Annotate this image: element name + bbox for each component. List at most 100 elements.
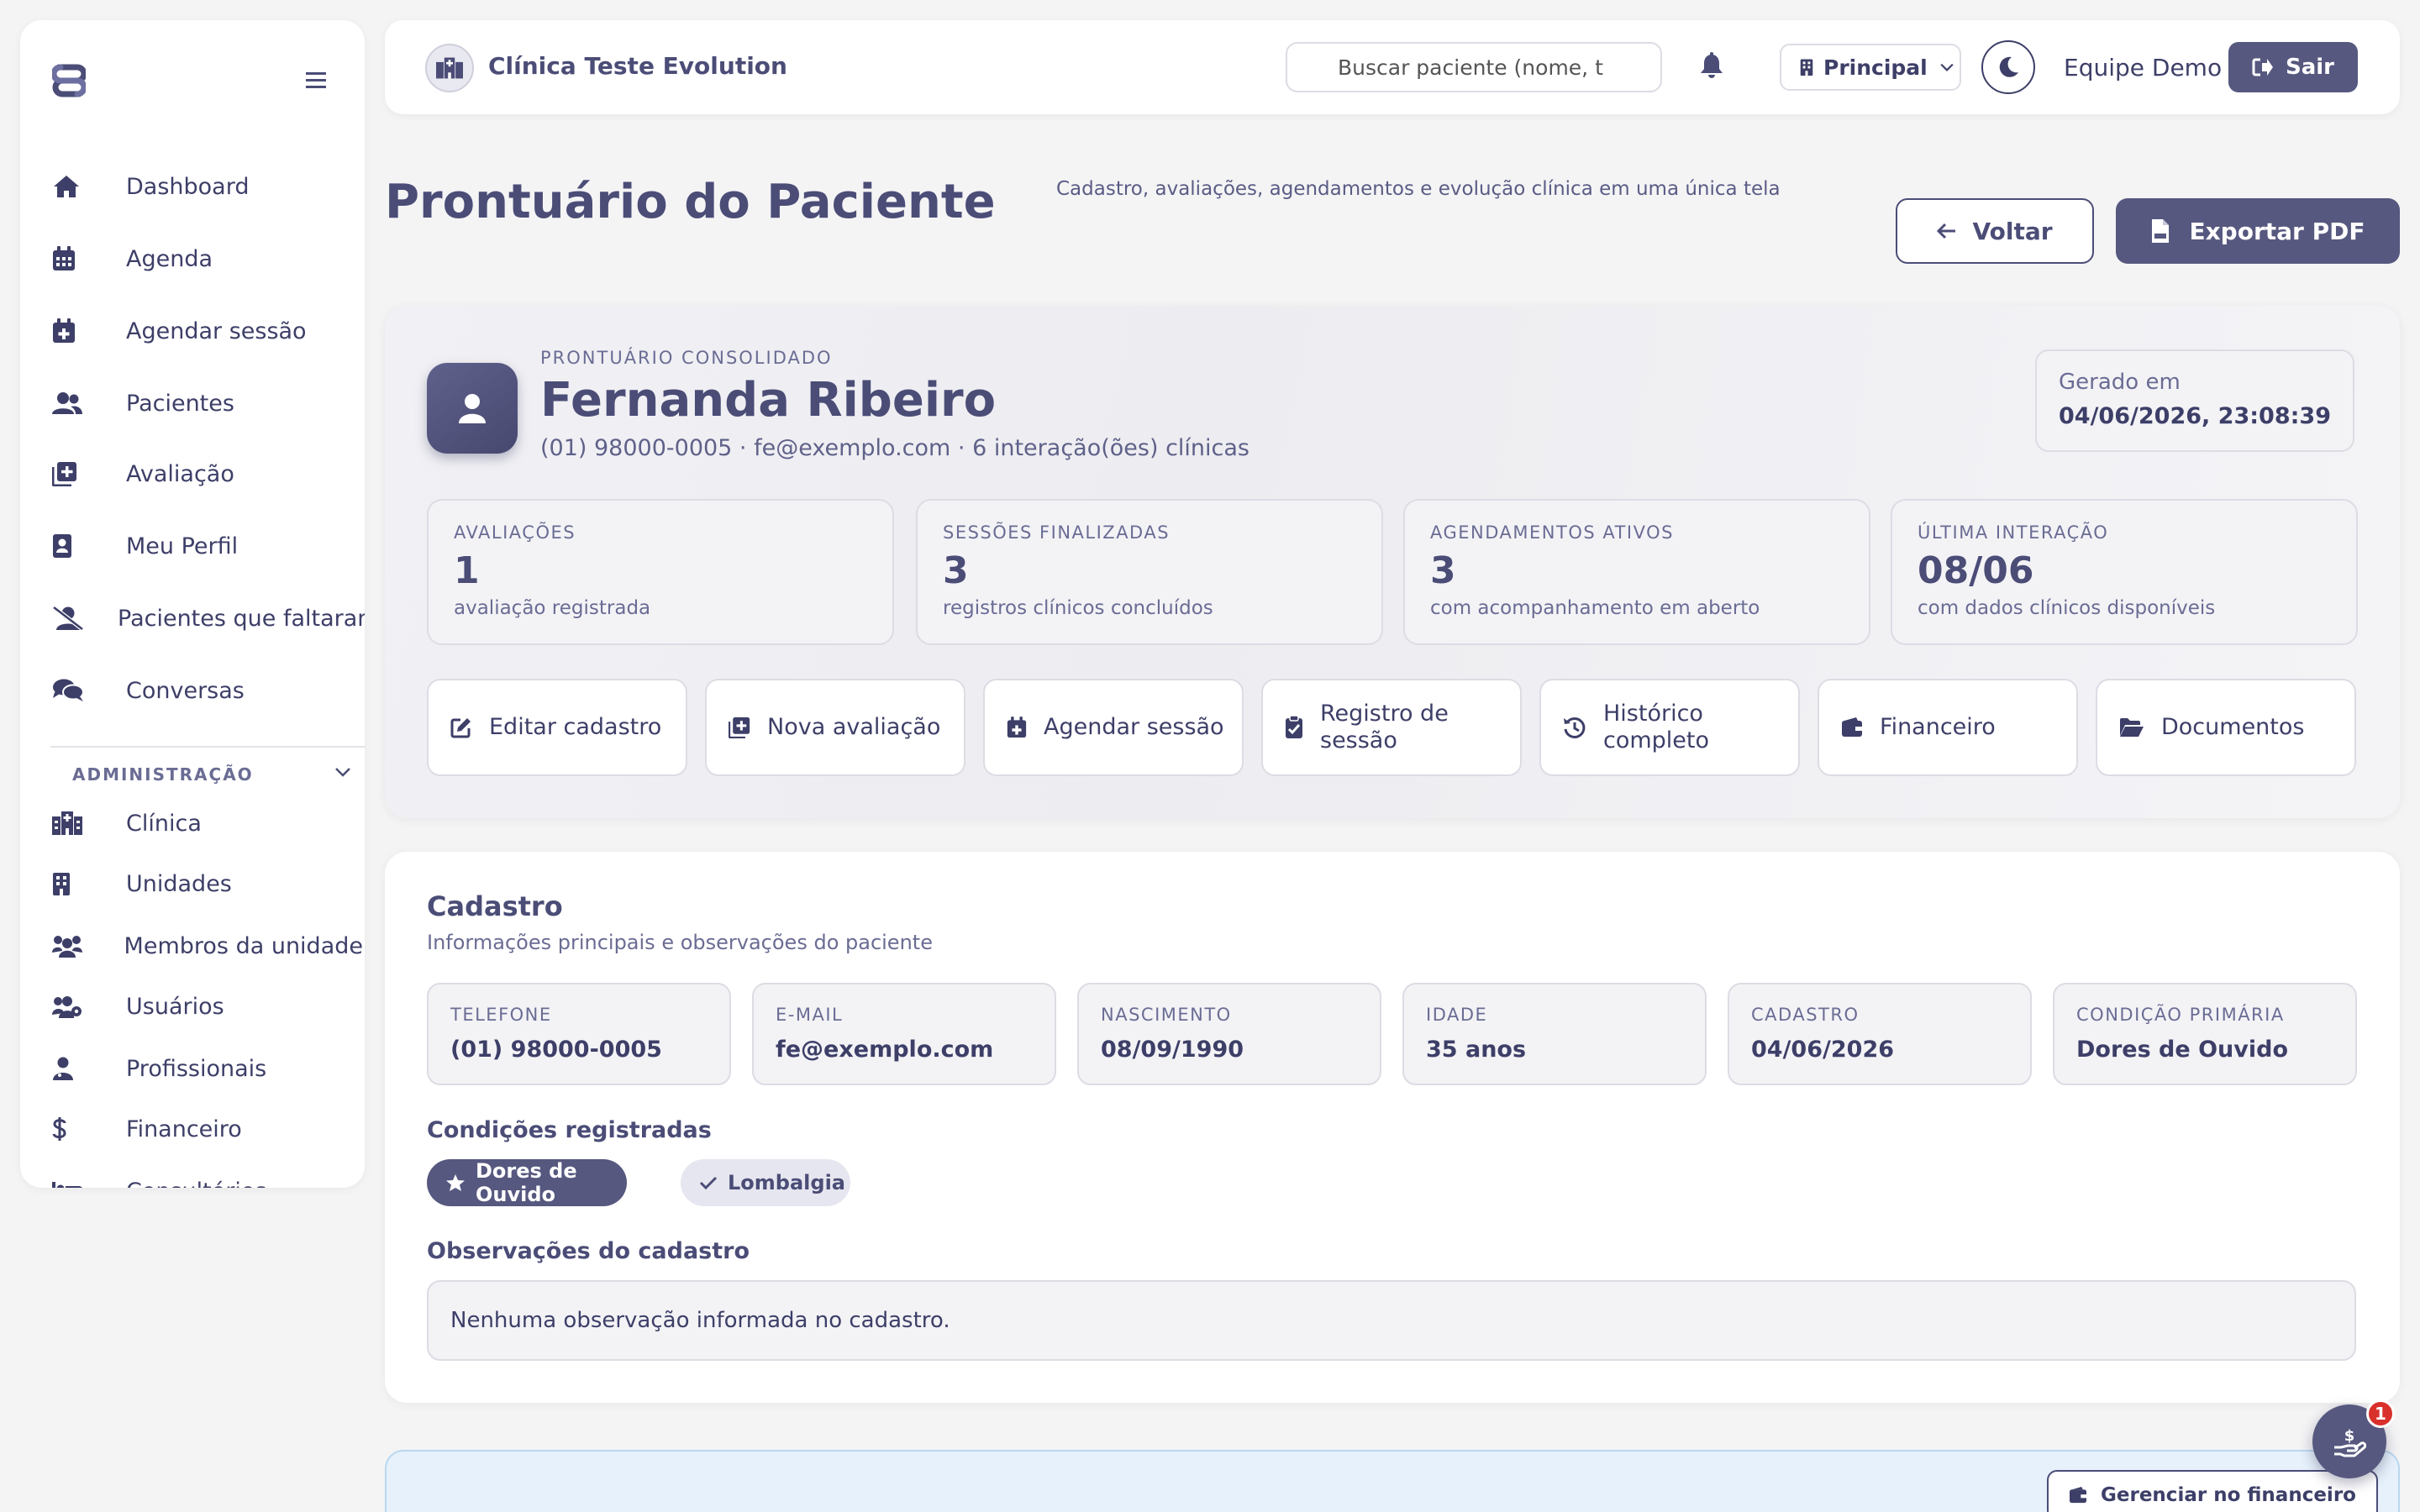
logout-button[interactable]: Sair (2228, 42, 2358, 92)
stat-label: ÚLTIMA INTERAÇÃO (1918, 522, 2109, 543)
building-icon (52, 864, 92, 904)
export-pdf-label: Exportar PDF (2189, 217, 2365, 245)
sidebar-item-dashboard[interactable]: Dashboard (52, 161, 363, 212)
record-eyebrow: PRONTUÁRIO CONSOLIDADO (540, 348, 833, 368)
generated-label: Gerado em (2059, 370, 2181, 395)
patient-meta: (01) 98000-0005 · fe@exemplo.com · 6 int… (540, 435, 1249, 461)
stat-value: 1 (454, 549, 480, 592)
sidebar-item-pacientes-faltaram[interactable]: Pacientes que faltaram (52, 593, 365, 643)
chevron-down-icon[interactable] (334, 766, 351, 778)
page-subtitle: Cadastro, avaliações, agendamentos e evo… (1056, 178, 1781, 200)
documents-button[interactable]: Documentos (2096, 679, 2356, 776)
manage-finance-label: Gerenciar no financeiro (2101, 1484, 2356, 1506)
field-idade: IDADE 35 anos (1402, 983, 1707, 1085)
unit-select[interactable]: Principal (1780, 44, 1961, 91)
action-label: Histórico completo (1603, 701, 1710, 753)
back-label: Voltar (1972, 217, 2053, 245)
field-value: 08/09/1990 (1101, 1037, 1244, 1063)
sidebar-item-financeiro[interactable]: Financeiro (52, 1104, 363, 1154)
stat-value: 3 (1430, 549, 1456, 592)
star-icon (445, 1173, 466, 1192)
new-evaluation-button[interactable]: Nova avaliação (705, 679, 965, 776)
bed-icon (52, 1171, 92, 1188)
sidebar-item-consultorios[interactable]: Consultórios (52, 1166, 363, 1188)
sidebar-item-clinica[interactable]: Clínica (52, 798, 363, 848)
user-name[interactable]: Equipe Demo (2064, 54, 2222, 81)
stat-label: AVALIAÇÕES (454, 522, 576, 543)
bell-icon[interactable] (1699, 52, 1724, 79)
sidebar-item-label: Unidades (126, 870, 232, 897)
field-value: 04/06/2026 (1751, 1037, 1895, 1063)
action-label: Nova avaliação (767, 714, 941, 740)
sidebar-item-pacientes[interactable]: Pacientes (52, 378, 363, 428)
user-doctor-icon (52, 1048, 92, 1089)
sidebar-item-membros-unidade[interactable]: Membros da unidade (52, 921, 363, 971)
condition-label: Dores de Ouvido (476, 1159, 577, 1206)
action-label: Financeiro (1880, 714, 1996, 740)
registration-card: Cadastro Informações principais e observ… (385, 852, 2400, 1403)
sidebar-item-profissionais[interactable]: Profissionais (52, 1043, 363, 1094)
calendar-plus-icon (1007, 717, 1027, 738)
clinic-name: Clínica Teste Evolution (488, 52, 787, 80)
theme-toggle-button[interactable] (1981, 40, 2035, 94)
finance-button[interactable]: Financeiro (1818, 679, 2078, 776)
edit-record-button[interactable]: Editar cadastro (427, 679, 687, 776)
sidebar-item-agendar-sessao[interactable]: Agendar sessão (52, 306, 363, 356)
action-label: Agendar sessão (1044, 714, 1224, 740)
sidebar-item-agenda[interactable]: Agenda (52, 234, 363, 284)
sidebar-item-label: Financeiro (126, 1116, 242, 1142)
back-button[interactable]: Voltar (1896, 198, 2094, 264)
field-label: CADASTRO (1751, 1005, 1860, 1025)
sidebar-item-label: Membros da unidade (124, 932, 363, 959)
stat-card-sessoes: SESSÕES FINALIZADAS 3 registros clínicos… (916, 499, 1383, 645)
sidebar-item-meu-perfil[interactable]: Meu Perfil (52, 521, 363, 571)
calendar-icon (52, 239, 92, 279)
clipboard-plus-icon (729, 717, 750, 738)
sidebar-item-label: Consultórios (126, 1179, 266, 1189)
export-pdf-button[interactable]: Exportar PDF (2116, 198, 2400, 264)
sidebar-item-unidades[interactable]: Unidades (52, 858, 363, 909)
sidebar-item-usuarios[interactable]: Usuários (52, 981, 363, 1032)
chat-icon (52, 670, 92, 711)
check-icon (699, 1175, 718, 1190)
section-title: Cadastro (427, 890, 563, 922)
session-record-button[interactable]: Registro de sessão (1261, 679, 1522, 776)
wallet-icon (1841, 717, 1863, 738)
sidebar-item-label: Pacientes (126, 390, 234, 417)
field-email: E-MAIL fe@exemplo.com (752, 983, 1056, 1085)
stat-value: 3 (943, 549, 969, 592)
field-label: NASCIMENTO (1101, 1005, 1232, 1025)
action-label: Editar cadastro (489, 714, 662, 740)
users-icon (52, 383, 92, 423)
edit-icon (450, 717, 472, 738)
observations-title: Observações do cadastro (427, 1238, 750, 1264)
schedule-session-button[interactable]: Agendar sessão (983, 679, 1244, 776)
field-label: IDADE (1426, 1005, 1488, 1025)
app-logo-icon[interactable] (52, 64, 86, 99)
patient-name: Fernanda Ribeiro (540, 373, 997, 428)
conditions-title: Condições registradas (427, 1117, 712, 1143)
full-history-button[interactable]: Histórico completo (1539, 679, 1800, 776)
field-value: (01) 98000-0005 (450, 1037, 662, 1063)
sidebar-item-conversas[interactable]: Conversas (52, 665, 363, 716)
patient-search-input[interactable] (1286, 42, 1662, 92)
clipboard-check-icon (1285, 716, 1303, 739)
sidebar-divider (50, 746, 365, 748)
user-slash-icon (52, 598, 84, 638)
stat-desc: com dados clínicos disponíveis (1918, 597, 2216, 619)
sidebar-item-avaliacao[interactable]: Avaliação (52, 449, 363, 499)
sidebar-item-label: Clínica (126, 810, 202, 837)
menu-toggle-icon[interactable] (306, 72, 326, 89)
field-label: E-MAIL (776, 1005, 844, 1025)
condition-tag-primary[interactable]: Dores de Ouvido (427, 1159, 627, 1206)
arrow-left-icon (1937, 223, 1957, 239)
section-subtitle: Informações principais e observações do … (427, 931, 933, 954)
field-condicao-primaria: CONDIÇÃO PRIMÁRIA Dores de Ouvido (2053, 983, 2357, 1085)
id-badge-icon (52, 526, 92, 566)
manage-finance-button[interactable]: Gerenciar no financeiro (2047, 1470, 2378, 1512)
topbar: Clínica Teste Evolution Principal Equipe… (385, 20, 2400, 114)
action-label: Documentos (2161, 714, 2305, 740)
condition-tag[interactable]: Lombalgia (681, 1159, 850, 1206)
dollar-icon (52, 1109, 92, 1149)
field-value: fe@exemplo.com (776, 1037, 994, 1063)
